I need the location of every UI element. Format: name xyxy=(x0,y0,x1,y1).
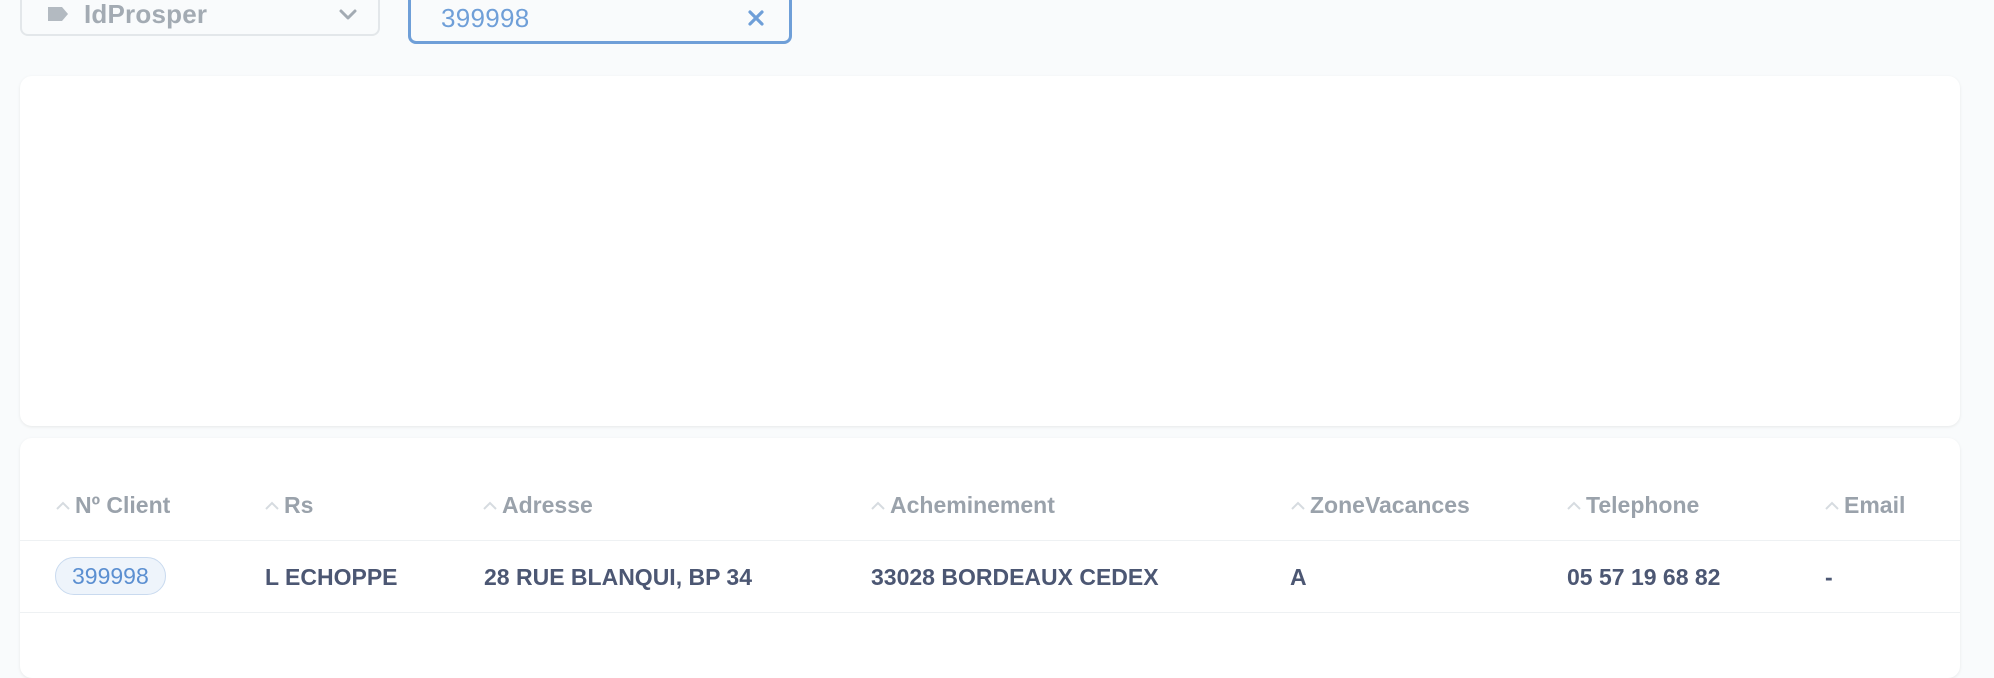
header-divider xyxy=(20,540,1960,541)
sort-caret-icon xyxy=(1824,490,1840,510)
cell-acheminement: 33028 BORDEAUX CEDEX xyxy=(871,563,1159,590)
column-header-email[interactable]: Email xyxy=(1824,487,1905,523)
column-header-rs[interactable]: Rs xyxy=(264,487,313,523)
tag-icon xyxy=(46,5,72,23)
cell-telephone: 05 57 19 68 82 xyxy=(1567,563,1721,590)
column-header-label: ZoneVacances xyxy=(1310,491,1470,518)
results-table xyxy=(20,438,1960,678)
filter-value-text[interactable]: 399998 xyxy=(441,3,745,34)
sort-caret-icon xyxy=(1566,490,1582,510)
cell-zonevacances: A xyxy=(1290,563,1307,590)
field-select-label: IdProsper xyxy=(84,0,208,29)
sort-caret-icon xyxy=(1290,490,1306,510)
column-header-zonevacances[interactable]: ZoneVacances xyxy=(1290,487,1470,523)
client-id-link[interactable]: 399998 xyxy=(55,557,166,595)
row-divider xyxy=(20,612,1960,613)
cell-rs: L ECHOPPE xyxy=(265,563,398,590)
filter-value-input[interactable]: 399998 xyxy=(408,0,792,44)
sort-caret-icon xyxy=(482,490,498,510)
field-select[interactable]: IdProsper xyxy=(20,0,380,36)
column-header-client[interactable]: Nº Client xyxy=(55,487,170,523)
close-icon[interactable] xyxy=(745,7,767,29)
sort-caret-icon xyxy=(870,490,886,510)
column-header-label: Nº Client xyxy=(75,491,171,518)
column-header-label: Email xyxy=(1844,491,1906,518)
column-header-acheminement[interactable]: Acheminement xyxy=(870,487,1055,523)
column-header-telephone[interactable]: Telephone xyxy=(1566,487,1699,523)
cell-adresse: 28 RUE BLANQUI, BP 34 xyxy=(484,563,752,590)
chevron-down-icon[interactable] xyxy=(336,2,360,26)
cell-email: - xyxy=(1825,563,1833,590)
column-header-label: Acheminement xyxy=(890,491,1055,518)
column-header-label: Rs xyxy=(284,491,314,518)
sort-caret-icon xyxy=(264,490,280,510)
column-header-label: Telephone xyxy=(1586,491,1700,518)
column-header-label: Adresse xyxy=(502,491,593,518)
column-header-adresse[interactable]: Adresse xyxy=(482,487,593,523)
visualization-card xyxy=(20,76,1960,426)
sort-caret-icon xyxy=(55,490,71,510)
